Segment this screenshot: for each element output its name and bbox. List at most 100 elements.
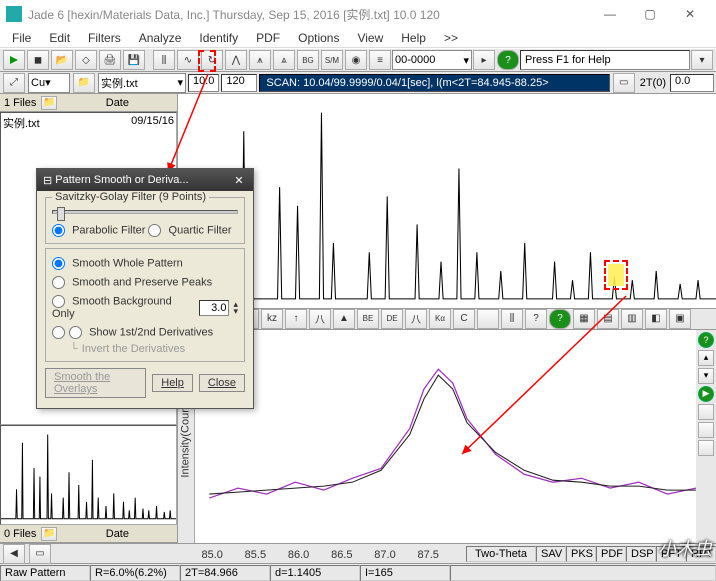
mid-de-icon[interactable]: DE: [381, 309, 403, 329]
mid-up-icon[interactable]: ↑: [285, 309, 307, 329]
mid-b1-icon[interactable]: ▦: [573, 309, 595, 329]
quartic-radio[interactable]: Quartic Filter: [148, 224, 231, 237]
stop-button[interactable]: ◼: [27, 50, 49, 70]
files2-folder-icon[interactable]: 📁: [41, 527, 57, 541]
rb-up[interactable]: ▴: [698, 350, 714, 366]
files-count: 1 Files: [4, 97, 36, 109]
bars-icon[interactable]: ⫼: [153, 50, 175, 70]
mid-grid-icon[interactable]: ?: [525, 309, 547, 329]
rb-go[interactable]: ▶: [698, 386, 714, 402]
mid-help-icon[interactable]: ?: [549, 309, 571, 329]
save-button[interactable]: 💾: [123, 50, 145, 70]
axis-rpt[interactable]: RPT: [686, 546, 716, 562]
smooth-whole-radio[interactable]: Smooth Whole Pattern: [52, 257, 183, 270]
bg-button[interactable]: BG: [297, 50, 319, 70]
close-button-dialog[interactable]: Close: [199, 374, 245, 392]
mid-blank1-icon[interactable]: [477, 309, 499, 329]
go-button[interactable]: [3, 50, 25, 70]
rb-down[interactable]: ▾: [698, 368, 714, 384]
mid-b5-icon[interactable]: ▣: [669, 309, 691, 329]
rb-help[interactable]: ?: [698, 332, 714, 348]
maximize-button[interactable]: ▢: [630, 0, 670, 28]
menu-analyze[interactable]: Analyze: [131, 29, 190, 47]
folder-icon[interactable]: 📁: [73, 73, 95, 93]
dialog-close-icon[interactable]: ✕: [231, 174, 247, 187]
multi-peak-icon[interactable]: ⩚: [249, 50, 271, 70]
range-start-field[interactable]: 10.0: [188, 74, 219, 92]
rb-1[interactable]: [698, 404, 714, 420]
menu-options[interactable]: Options: [290, 29, 347, 47]
list-icon[interactable]: ≡: [369, 50, 391, 70]
axis-dsp[interactable]: DSP: [626, 546, 656, 562]
menu-more[interactable]: >>: [436, 29, 466, 47]
open-button[interactable]: 📂: [51, 50, 73, 70]
thumbnail-plot[interactable]: [0, 425, 177, 525]
rb-2[interactable]: [698, 422, 714, 438]
mid-b3-icon[interactable]: ▥: [621, 309, 643, 329]
expand-icon[interactable]: ⤢: [3, 73, 25, 93]
mid-b4-icon[interactable]: ◧: [645, 309, 667, 329]
axis-sav[interactable]: SAV: [536, 546, 566, 562]
dialog-titlebar[interactable]: ⊟ Pattern Smooth or Deriva... ✕: [37, 169, 253, 191]
axis-pft[interactable]: PFT: [656, 546, 686, 562]
points-slider[interactable]: [52, 210, 238, 214]
mid-ka-icon[interactable]: Kα: [429, 309, 451, 329]
mid-peak2-icon[interactable]: ▲: [333, 309, 355, 329]
menu-help[interactable]: Help: [393, 29, 434, 47]
mid-peak1-icon[interactable]: 八: [309, 309, 331, 329]
blank-toggle[interactable]: ▭: [613, 73, 635, 93]
main-plot[interactable]: [178, 94, 716, 308]
menu-file[interactable]: File: [4, 29, 39, 47]
file-row[interactable]: 实例.txt 09/15/16: [3, 115, 174, 131]
menu-edit[interactable]: Edit: [41, 29, 78, 47]
axis-label[interactable]: Two-Theta: [466, 546, 536, 562]
sm-button[interactable]: S/M: [321, 50, 343, 70]
pdf-combo[interactable]: 00-0000▾: [392, 50, 472, 70]
window-titlebar: Jade 6 [hexin/Materials Data, Inc.] Thur…: [0, 0, 716, 28]
twotheta-field[interactable]: 0.0: [670, 74, 714, 92]
menu-view[interactable]: View: [349, 29, 391, 47]
info-button[interactable]: ?: [497, 50, 519, 70]
zoom-plot[interactable]: [194, 330, 696, 544]
wave-icon[interactable]: ∿: [177, 50, 199, 70]
mid-bars-icon[interactable]: ⫼: [501, 309, 523, 329]
mid-kz-icon[interactable]: kz: [261, 309, 283, 329]
mid-be-icon[interactable]: BE: [357, 309, 379, 329]
status-raw[interactable]: Raw Pattern: [0, 565, 90, 581]
invert-check: Invert the Derivatives: [82, 343, 185, 355]
axis-pks[interactable]: PKS: [566, 546, 596, 562]
goto-button[interactable]: ▸: [473, 50, 495, 70]
profile-icon[interactable]: ⩓: [273, 50, 295, 70]
menu-identify[interactable]: Identify: [191, 29, 246, 47]
files2-date-header: Date: [106, 528, 129, 540]
close-button[interactable]: ✕: [670, 0, 710, 28]
loop-icon[interactable]: ↻: [201, 50, 223, 70]
axis-pdf[interactable]: PDF: [596, 546, 626, 562]
status-2t: 2T=84.966: [180, 565, 270, 581]
minimize-button[interactable]: —: [590, 0, 630, 28]
range-end-field[interactable]: 120: [221, 74, 257, 92]
help-button[interactable]: Help: [152, 374, 193, 392]
menu-filters[interactable]: Filters: [80, 29, 129, 47]
dropdown-toggle[interactable]: ▾: [691, 50, 713, 70]
app-icon: [6, 6, 22, 22]
peak-icon[interactable]: ⋀: [225, 50, 247, 70]
files-folder-icon[interactable]: 📁: [41, 96, 57, 110]
smooth-bg-radio[interactable]: Smooth Background Only: [52, 295, 195, 320]
menu-pdf[interactable]: PDF: [248, 29, 288, 47]
element-combo[interactable]: Cu ▾: [28, 73, 70, 93]
parabolic-radio[interactable]: Parabolic Filter: [52, 224, 145, 237]
smooth-preserve-radio[interactable]: Smooth and Preserve Peaks: [52, 276, 212, 289]
rb-3[interactable]: [698, 440, 714, 456]
print-button[interactable]: 🖨: [99, 50, 121, 70]
tag-button[interactable]: ◇: [75, 50, 97, 70]
show-deriv-radio[interactable]: Show 1st/2nd Derivatives: [52, 326, 213, 339]
cd-icon[interactable]: ◉: [345, 50, 367, 70]
mid-peak3-icon[interactable]: 八: [405, 309, 427, 329]
bg-spin[interactable]: [199, 300, 229, 316]
file-combo[interactable]: 实例.txt▾: [98, 73, 186, 93]
mid-b2-icon[interactable]: ▤: [597, 309, 619, 329]
mid-c-icon[interactable]: C: [453, 309, 475, 329]
axis-mode-icon[interactable]: ▭: [29, 544, 51, 564]
axis-left-icon[interactable]: ◀: [3, 544, 25, 564]
